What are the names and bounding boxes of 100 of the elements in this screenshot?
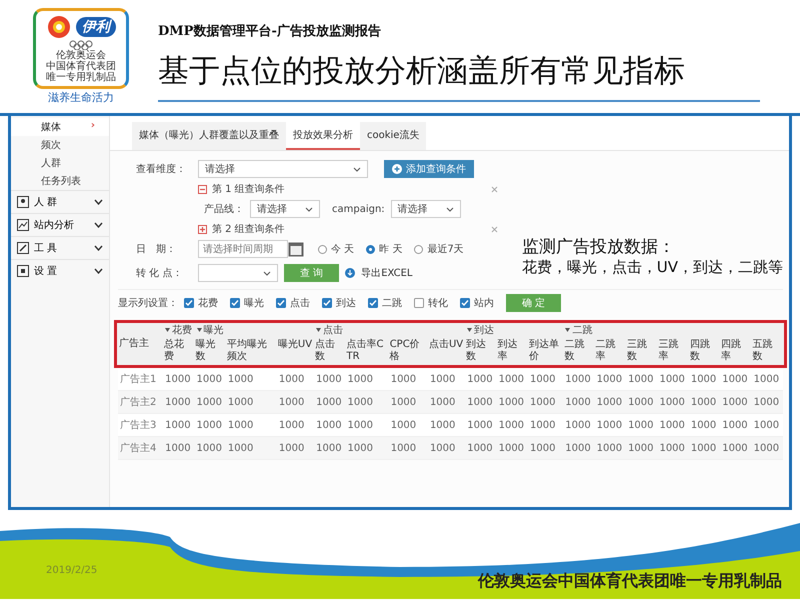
checked-checkbox[interactable] xyxy=(184,298,194,308)
table-cell-text: 1000 xyxy=(658,442,686,454)
column-group-header: 点击 xyxy=(323,324,344,337)
table-cell-text: 广告主3 xyxy=(119,418,158,432)
calendar-icon[interactable] xyxy=(288,241,304,257)
sidebar-section[interactable]: 工 具 xyxy=(34,241,89,255)
date-input[interactable]: 请选择时间周期 xyxy=(198,240,288,258)
field-label: campaign: xyxy=(332,204,385,214)
checked-checkbox[interactable] xyxy=(322,298,332,308)
table-cell-text: 1000 xyxy=(690,442,718,454)
group-title: 第 1 组查询条件 xyxy=(212,182,286,196)
dropdown-select[interactable]: 请选择 xyxy=(390,200,461,218)
download-icon xyxy=(345,268,356,278)
radio-button[interactable] xyxy=(414,244,424,254)
sidebar-item[interactable]: 频次 xyxy=(11,136,109,154)
caret-icon[interactable] xyxy=(196,328,202,332)
logo-slogan: 滋养生命活力 xyxy=(48,90,114,105)
table-cell-text: 1000 xyxy=(428,396,456,408)
checkbox-label: 转化 xyxy=(428,297,448,310)
logo-caption: 唯一专用乳制品 xyxy=(46,72,116,83)
table-cell-text: 1000 xyxy=(596,442,624,454)
tab[interactable]: 媒体（曝光）人群覆盖以及重叠 xyxy=(132,122,286,150)
table-cell-text: 1000 xyxy=(752,420,780,430)
table-cell-text: 1000 xyxy=(278,396,306,408)
table-cell-text: 1000 xyxy=(390,420,418,430)
sidebar-section[interactable]: 站内分析 xyxy=(34,218,89,232)
checkbox-label: 花费 xyxy=(198,296,218,310)
table-cell-text: 1000 xyxy=(564,442,592,454)
field-label: 产品线： xyxy=(204,202,244,216)
radio-button[interactable] xyxy=(318,244,327,254)
export-link[interactable]: 导出EXCEL xyxy=(361,266,413,280)
dimension-select[interactable]: 请选择 xyxy=(198,160,368,178)
table-cell-text: 1000 xyxy=(721,442,749,454)
checked-checkbox[interactable] xyxy=(276,298,286,308)
table-cell-text: 1000 xyxy=(196,420,223,430)
column-header: 点击UV xyxy=(428,338,464,352)
table-cell-text: 1000 xyxy=(164,420,192,430)
table-cell-text: 1000 xyxy=(564,420,592,430)
table-cell-text: 1000 xyxy=(346,420,374,430)
table-cell-text: 1000 xyxy=(658,374,686,384)
radio-button[interactable] xyxy=(366,244,376,254)
caret-icon[interactable] xyxy=(165,328,170,332)
sidebar-section-icon xyxy=(17,196,29,208)
caret-icon[interactable] xyxy=(316,328,322,332)
dropdown-select[interactable]: 请选择 xyxy=(250,200,320,218)
slide-title: 基于点位的投放分析涵盖所有常见指标 xyxy=(158,50,760,102)
table-cell-text: 1000 xyxy=(498,420,526,430)
table-cell-text: 1000 xyxy=(428,374,456,384)
sidebar-section[interactable]: 人 群 xyxy=(34,195,89,209)
table-cell-text: 1000 xyxy=(428,442,456,454)
table-cell-text: 1000 xyxy=(721,396,749,408)
tab[interactable]: cookie流失 xyxy=(360,122,426,150)
field-label: 显示列设置： xyxy=(118,296,178,310)
chevron-down-icon xyxy=(305,206,313,212)
table-cell-text: 1000 xyxy=(528,396,556,408)
sidebar-section-icon xyxy=(17,242,29,254)
checkbox[interactable] xyxy=(414,298,424,308)
table-cell-text: 1000 xyxy=(315,374,343,384)
checked-checkbox[interactable] xyxy=(230,298,240,308)
caret-icon[interactable] xyxy=(565,328,570,332)
table-cell-text: 1000 xyxy=(164,374,192,384)
table-cell-text: 1000 xyxy=(428,420,456,430)
caret-icon[interactable] xyxy=(467,328,472,332)
column-header: 平均曝光频次 xyxy=(226,338,268,364)
sidebar-item[interactable]: 媒体 › xyxy=(11,118,109,136)
sidebar-item[interactable]: 人群 xyxy=(11,154,109,172)
column-header: 二跳数 xyxy=(563,338,586,364)
table-cell-text: 1000 xyxy=(278,442,306,454)
column-header: 点击率CTR xyxy=(346,338,385,364)
chevron-down-icon xyxy=(94,199,103,205)
field-label: 转 化 点： xyxy=(136,266,184,280)
table-cell-text: 1000 xyxy=(196,396,223,408)
sidebar-item[interactable]: 任务列表 xyxy=(11,172,109,190)
expand-icon[interactable] xyxy=(198,224,207,234)
close-icon[interactable] xyxy=(491,186,498,192)
add-condition-button[interactable]: 添加查询条件 xyxy=(384,160,474,178)
chevron-right-icon: › xyxy=(90,120,95,134)
close-icon[interactable] xyxy=(491,226,498,232)
checked-checkbox[interactable] xyxy=(368,298,378,308)
annotation-text: 监测广告投放数据： xyxy=(522,236,676,258)
table-cell-text: 1000 xyxy=(528,420,556,430)
column-header: 到达数 xyxy=(465,338,488,364)
sidebar-section-icon xyxy=(17,219,29,231)
table-cell-text: 1000 xyxy=(752,374,780,384)
sidebar-section[interactable]: 设 置 xyxy=(34,264,89,278)
sun-emblem-icon xyxy=(46,14,72,40)
column-header: 四跳率 xyxy=(720,338,742,364)
table-cell-text: 广告主2 xyxy=(119,396,158,409)
table-cell-text: 1000 xyxy=(346,396,374,408)
checkbox-label: 曝光 xyxy=(244,296,264,310)
table-cell-text: 1000 xyxy=(226,374,254,384)
table-cell-text: 1000 xyxy=(196,374,223,384)
checked-checkbox[interactable] xyxy=(460,298,470,308)
sidebar-section-icon xyxy=(17,265,29,277)
table-cell-text: 1000 xyxy=(196,442,223,454)
table-cell-text: 1000 xyxy=(466,442,494,454)
column-group-header: 曝光 xyxy=(204,324,224,337)
table-cell-text: 1000 xyxy=(721,420,749,430)
brand-logo: 伊利 xyxy=(76,17,116,37)
collapse-icon[interactable] xyxy=(198,184,207,194)
